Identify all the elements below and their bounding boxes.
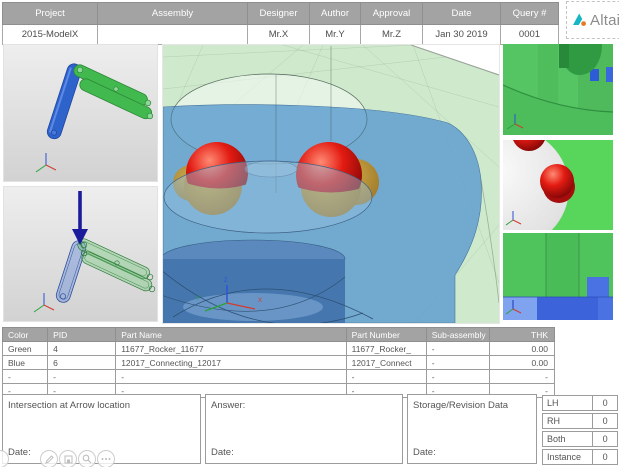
lh-label: LH xyxy=(542,395,593,411)
header-project: Project xyxy=(3,3,98,25)
author-value[interactable]: Mr.Y xyxy=(310,25,361,45)
date-label: Date: xyxy=(211,447,234,458)
inner-bore xyxy=(164,161,372,233)
pencil-icon xyxy=(45,455,54,464)
cell: 4 xyxy=(48,342,116,356)
cell: 12017_Connecting_12017 xyxy=(116,356,346,370)
cell: 0.00 xyxy=(489,342,554,356)
header-author: Author xyxy=(310,3,361,25)
table-row[interactable]: Green 4 11677_Rocker_11677 11677_Rocker_… xyxy=(3,342,555,356)
list-item: LH 0 xyxy=(542,395,618,411)
viewport-detail-top[interactable] xyxy=(503,44,613,135)
list-item: Both 0 xyxy=(542,431,618,447)
cell: - xyxy=(116,370,346,384)
date-label: Date: xyxy=(413,447,436,458)
blue-notch xyxy=(587,277,609,297)
zoom-button[interactable] xyxy=(78,450,96,467)
altair-logo: Altair xyxy=(566,1,619,39)
date-value[interactable]: Jan 30 2019 xyxy=(423,25,501,45)
cell: 0.00 xyxy=(489,356,554,370)
project-value[interactable]: 2015-ModelX xyxy=(3,25,98,45)
approval-value[interactable]: Mr.Z xyxy=(361,25,423,45)
both-label: Both xyxy=(542,431,593,447)
answer-label: Answer: xyxy=(211,400,245,411)
col-part-number: Part Number xyxy=(346,328,426,342)
cell: 6 xyxy=(48,356,116,370)
review-sheet: Project Assembly Designer Author Approva… xyxy=(0,0,619,467)
cell: 11677_Rocker_11677 xyxy=(116,342,346,356)
cell: Blue xyxy=(3,356,48,370)
viewport-linkage-solid[interactable] xyxy=(3,44,158,182)
cell: - xyxy=(489,370,554,384)
col-thk: THK xyxy=(489,328,554,342)
table-row[interactable]: - - - - - - xyxy=(3,370,555,384)
parts-table: Color PID Part Name Part Number Sub-asse… xyxy=(2,327,555,398)
cell: - xyxy=(426,356,489,370)
viewport-detail-bottom[interactable] xyxy=(503,233,613,320)
assembly-value[interactable] xyxy=(98,25,248,45)
axis-z-label: Z xyxy=(224,278,228,284)
blue-base xyxy=(503,297,613,320)
list-item: RH 0 xyxy=(542,413,618,429)
instance-label: Instance xyxy=(542,449,593,465)
axis-y-label: Y xyxy=(196,296,200,302)
ellipsis-icon xyxy=(101,457,111,461)
cell: - xyxy=(48,370,116,384)
cell: - xyxy=(426,370,489,384)
col-part-name: Part Name xyxy=(116,328,346,342)
brand-name: Altair xyxy=(590,12,619,29)
intersection-label: Intersection at Arrow location xyxy=(8,400,130,411)
edit-button[interactable] xyxy=(40,450,58,467)
cell: 11677_Rocker_ xyxy=(346,342,426,356)
header-assembly: Assembly xyxy=(98,3,248,25)
rh-label: RH xyxy=(542,413,593,429)
floppy-icon xyxy=(64,455,73,464)
cell: 12017_Connect xyxy=(346,356,426,370)
cell: - xyxy=(346,370,426,384)
cell: Green xyxy=(3,342,48,356)
storage-label: Storage/Revision Data xyxy=(413,400,508,411)
col-pid: PID xyxy=(48,328,116,342)
axis-x-label: X xyxy=(258,298,262,304)
altair-logo-icon xyxy=(572,12,587,28)
cell: - xyxy=(426,342,489,356)
viewport-intersection-main[interactable]: Z Y X xyxy=(162,44,500,324)
magnifier-icon xyxy=(82,454,92,464)
col-color: Color xyxy=(3,328,48,342)
query-value[interactable]: 0001 xyxy=(501,25,559,45)
designer-value[interactable]: Mr.X xyxy=(248,25,310,45)
lh-value[interactable]: 0 xyxy=(593,395,618,411)
rh-value[interactable]: 0 xyxy=(593,413,618,429)
viewport-detail-middle[interactable] xyxy=(503,140,613,230)
header-date: Date xyxy=(423,3,501,25)
table-row[interactable]: Blue 6 12017_Connecting_12017 12017_Conn… xyxy=(3,356,555,370)
header-designer: Designer xyxy=(248,3,310,25)
header-query: Query # xyxy=(501,3,559,25)
col-subassembly: Sub-assembly xyxy=(426,328,489,342)
instance-value[interactable]: 0 xyxy=(593,449,618,465)
cell: - xyxy=(3,370,48,384)
header-table: Project Assembly Designer Author Approva… xyxy=(2,2,559,45)
list-item: Instance 0 xyxy=(542,449,618,465)
save-button[interactable] xyxy=(59,450,77,467)
answer-box[interactable]: Answer: Date: xyxy=(205,394,403,464)
header-approval: Approval xyxy=(361,3,423,25)
more-button[interactable] xyxy=(97,450,115,467)
storage-revision-box[interactable]: Storage/Revision Data Date: xyxy=(407,394,537,464)
both-value[interactable]: 0 xyxy=(593,431,618,447)
instance-count-table: LH 0 RH 0 Both 0 Instance 0 xyxy=(542,395,618,467)
viewport-linkage-transparent[interactable] xyxy=(3,186,158,322)
date-label: Date: xyxy=(8,447,31,458)
parts-header-row: Color PID Part Name Part Number Sub-asse… xyxy=(3,328,555,342)
